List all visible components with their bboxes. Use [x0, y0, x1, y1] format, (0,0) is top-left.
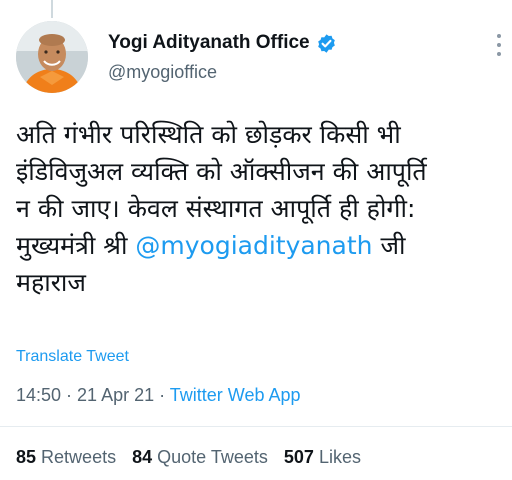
quote-tweets-count: 84 [132, 447, 153, 467]
tweet-text-line-2: इंडिविजुअल व्यक्ति को ऑक्सीजन की आपूर्ति [16, 157, 427, 186]
tweet-author: Yogi Adityanath Office @myogioffice [108, 30, 472, 83]
retweets-count: 85 [16, 447, 37, 467]
meta-separator: · [154, 385, 170, 405]
author-handle[interactable]: @myogioffice [108, 62, 472, 83]
tweet-stats: 85 Retweets 84 Quote Tweets 507 Likes [16, 447, 361, 468]
more-dot [497, 52, 501, 56]
likes-label: Likes [318, 447, 361, 467]
quote-tweets-label: Quote Tweets [157, 447, 268, 467]
tweet-meta: 14:50 · 21 Apr 21 · Twitter Web App [16, 385, 301, 406]
tweet-text-line-4-prefix: मुख्यमंत्री श्री [16, 231, 136, 260]
tweet-time[interactable]: 14:50 [16, 385, 61, 405]
author-name-row: Yogi Adityanath Office [108, 30, 472, 56]
meta-separator: · [61, 385, 78, 405]
quote-tweets-stat[interactable]: 84 Quote Tweets [132, 447, 268, 468]
tweet-text-line-3: न की जाए। केवल संस्थागत आपूर्ति ही होगी: [16, 194, 416, 223]
tweet-text-line-1: अति गंभीर परिस्थिति को छोड़कर किसी भी [16, 120, 401, 149]
tweet-detail: Yogi Adityanath Office @myogioffice अति … [0, 0, 512, 480]
likes-stat[interactable]: 507 Likes [284, 447, 361, 468]
mention-link[interactable]: @myogiadityanath [135, 231, 372, 260]
avatar[interactable] [16, 21, 88, 93]
tweet-date[interactable]: 21 Apr 21 [77, 385, 154, 405]
tweet-source-link[interactable]: Twitter Web App [170, 385, 301, 405]
thread-connector-line [51, 0, 53, 18]
translate-tweet-link[interactable]: Translate Tweet [16, 348, 129, 366]
more-options-icon[interactable] [496, 34, 502, 56]
more-dot [497, 34, 501, 38]
retweets-stat[interactable]: 85 Retweets [16, 447, 116, 468]
likes-count: 507 [283, 447, 314, 467]
divider [0, 426, 512, 427]
profile-avatar-icon [16, 21, 88, 93]
tweet-text-line-5: महाराज [16, 268, 86, 297]
tweet-text-line-4-suffix: जी [372, 231, 406, 260]
verified-badge-icon [316, 33, 337, 54]
tweet-text: अति गंभीर परिस्थिति को छोड़कर किसी भी इं… [16, 116, 500, 301]
author-display-name[interactable]: Yogi Adityanath Office [108, 32, 310, 54]
more-dot [497, 43, 501, 47]
retweets-label: Retweets [41, 447, 117, 467]
tweet-text-line-4: मुख्यमंत्री श्री @myogiadityanath जी [16, 227, 500, 264]
